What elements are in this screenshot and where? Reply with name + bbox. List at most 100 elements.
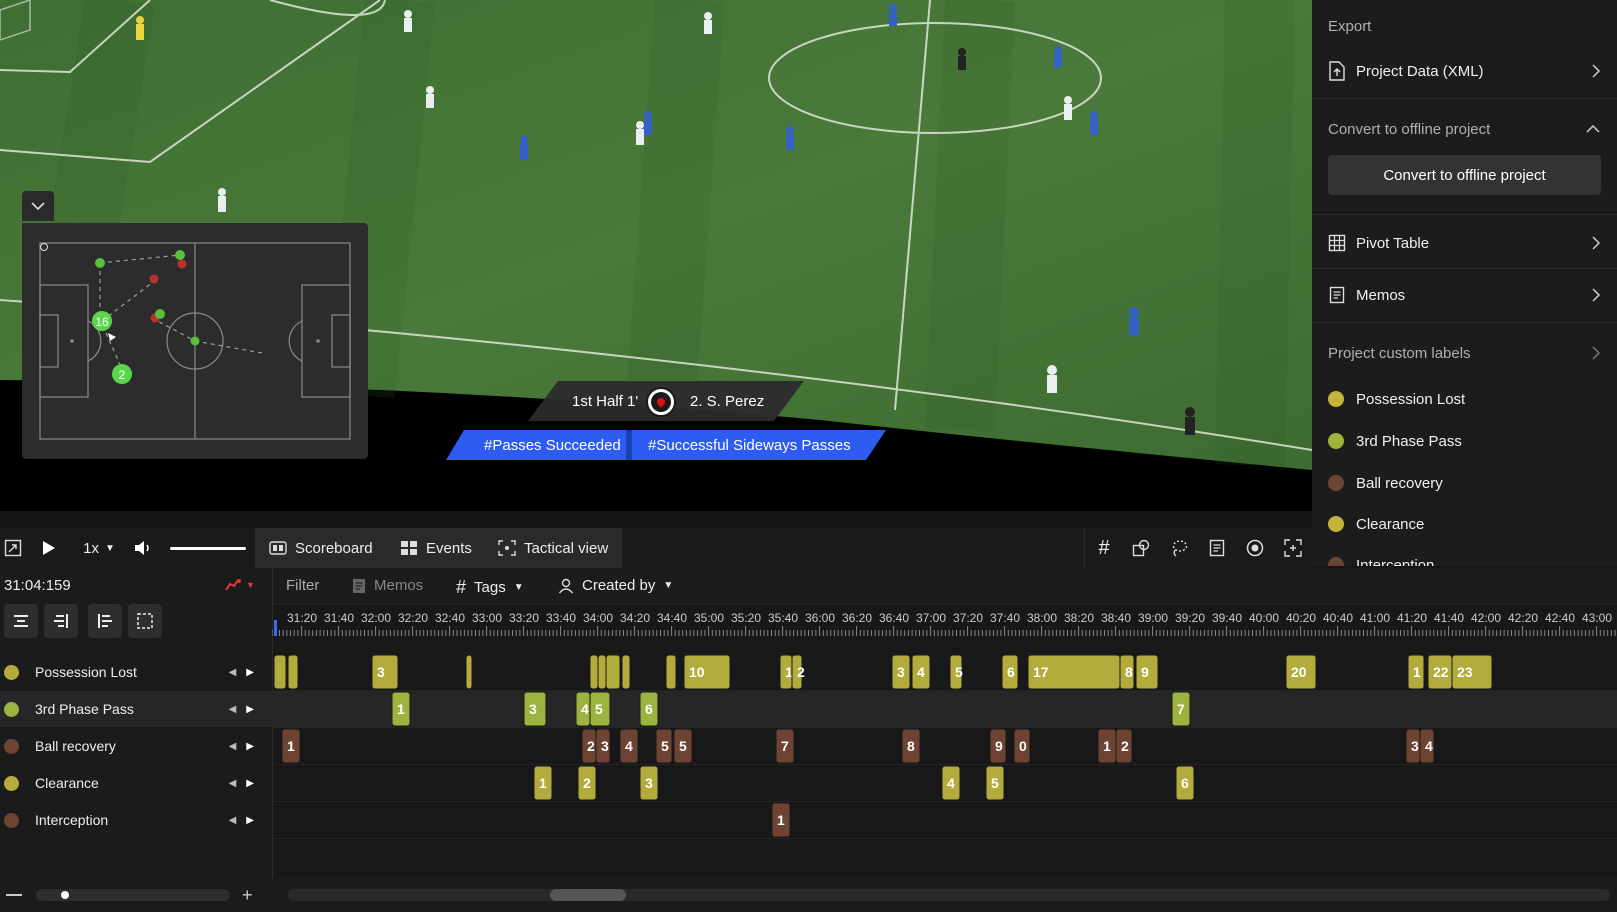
ruler-tick-label: 33:00 [472,611,502,625]
memo-icon [1329,286,1345,304]
segment-label: 4 [917,664,925,680]
memos-filter-button[interactable]: Memos [352,577,423,594]
shapes-button[interactable] [1122,528,1160,568]
segment-label: 4 [625,738,633,754]
tags-filter-dropdown[interactable]: # Tags ▼ [456,577,524,598]
player-control-bar: 1x ▼ Scoreboard Events Tactical view # [0,528,1312,568]
tab-events[interactable]: Events [386,528,486,568]
filter-button[interactable]: Filter [286,577,319,594]
custom-label-item[interactable]: Ball recovery [1328,472,1601,494]
hashtag-icon: # [1098,536,1110,559]
mute-button[interactable] [130,528,156,568]
prev-event-icon[interactable]: ◀ [229,741,237,752]
timeline-event-segment[interactable] [465,654,473,690]
convert-section-header[interactable]: Convert to offline project [1328,118,1601,140]
next-event-icon[interactable]: ▶ [246,741,254,752]
zoom-slider[interactable] [36,889,230,901]
timeline-ruler[interactable]: 31:20 31:40 32:00 32:20 32:40 33:00 33:20 33:40… [272,604,1617,654]
zoom-in-icon[interactable]: + [242,886,253,904]
chevron-right-icon [1592,346,1601,360]
target-icon [1246,539,1264,557]
timeline-row-label[interactable]: Ball recovery ◀ ▶ [0,728,272,764]
zoom-slider-thumb[interactable] [61,891,69,899]
ruler-tick-label: 42:40 [1545,611,1575,625]
playhead[interactable] [274,620,277,636]
ruler-tick-label: 40:20 [1286,611,1316,625]
timeline-event-segment[interactable] [665,654,677,690]
next-event-icon[interactable]: ▶ [246,778,254,789]
custom-labels-header[interactable]: Project custom labels [1328,342,1601,364]
ruler-tick-label: 41:20 [1397,611,1427,625]
notes-button[interactable] [1198,528,1236,568]
pip-toggle-button[interactable] [0,528,26,568]
row-color-dot [4,664,19,680]
timeline-event-segment[interactable] [605,654,621,690]
project-data-xml-item[interactable]: Project Data (XML) [1328,56,1601,86]
hashtag-button[interactable]: # [1084,528,1123,568]
select-area-button[interactable] [128,604,162,638]
sync-toggle[interactable]: ▼ [224,578,255,592]
next-event-icon[interactable]: ▶ [246,704,254,715]
team-logo [646,387,676,417]
timeline-event-segment[interactable] [621,654,631,690]
tab-scoreboard[interactable]: Scoreboard [255,528,387,568]
segment-label: 4 [947,775,955,791]
prev-event-icon[interactable]: ◀ [229,704,237,715]
user-icon [558,578,574,593]
select-area-icon [137,613,153,629]
timeline-row-label[interactable]: Clearance ◀ ▶ [0,765,272,801]
next-event-icon[interactable]: ▶ [246,815,254,826]
lasso-button[interactable] [1160,528,1198,568]
next-event-icon[interactable]: ▶ [246,667,254,678]
custom-label-item[interactable]: 3rd Phase Pass [1328,430,1601,452]
align-left-button[interactable] [88,604,122,638]
align-center-button[interactable] [4,604,38,638]
prev-event-icon[interactable]: ◀ [229,667,237,678]
timeline-tracks[interactable]: 3 10 1 2 3 4 5 6 17 8 9 20 1 22 231 3 4 5 6 71 2 3 4 5 5 7 8 9 0 1 2 3 4… [272,654,1617,840]
play-icon [43,541,55,555]
timeline-event-segment[interactable] [597,654,607,690]
timeline-zoom-bar: + [0,878,1617,912]
play-button[interactable] [36,528,62,568]
volume-slider[interactable] [170,547,246,550]
timeline-row-label[interactable]: Interception ◀ ▶ [0,802,272,838]
timeline-row-label[interactable]: Possession Lost ◀ ▶ [0,654,272,690]
ruler-tick-label: 38:40 [1101,611,1131,625]
pivot-table-item[interactable]: Pivot Table [1328,228,1601,258]
ruler-tick-label: 40:00 [1249,611,1279,625]
custom-label-item[interactable]: Clearance [1328,513,1601,535]
timeline-event-segment[interactable] [371,654,399,690]
scrollbar-thumb[interactable] [550,889,626,901]
zoom-out-icon[interactable] [6,894,22,896]
record-button[interactable] [1236,528,1274,568]
align-right-button[interactable] [44,604,78,638]
convert-offline-button[interactable]: Convert to offline project [1328,155,1601,195]
horizontal-scrollbar[interactable] [288,889,1610,901]
created-by-dropdown[interactable]: Created by ▼ [558,577,673,594]
tactical-minimap[interactable]: 16 2 [22,223,368,459]
segment-label: 0 [1019,738,1027,754]
ruler-tick-label: 32:40 [435,611,465,625]
speed-select[interactable]: 1x ▼ [78,528,120,568]
minimap-player-2: 2 [119,368,126,382]
prev-event-icon[interactable]: ◀ [229,778,237,789]
tab-tactical-view[interactable]: Tactical view [484,528,623,568]
segment-label: 3 [529,701,537,717]
custom-label-item[interactable]: Possession Lost [1328,388,1601,410]
custom-labels-title: Project custom labels [1328,344,1471,362]
ruler-tick-label: 33:20 [509,611,539,625]
minimap-collapse-button[interactable] [22,191,54,221]
right-panel: Export Project Data (XML) Convert to off… [1312,0,1617,566]
ruler-tick-label: 39:20 [1175,611,1205,625]
ruler-tick-label: 39:40 [1212,611,1242,625]
tab-tactical-view-label: Tactical view [524,539,609,557]
custom-label-item[interactable]: Interception [1328,554,1601,566]
memos-item[interactable]: Memos [1328,280,1601,310]
prev-event-icon[interactable]: ◀ [229,815,237,826]
timeline-event-segment[interactable] [287,654,299,690]
timeline-row-label[interactable]: 3rd Phase Pass ◀ ▶ [0,691,272,727]
fullscreen-button[interactable] [1274,528,1312,568]
timeline-event-segment[interactable] [589,654,599,690]
timeline-event-segment[interactable] [273,654,287,690]
ruler-tick-label: 36:20 [842,611,872,625]
